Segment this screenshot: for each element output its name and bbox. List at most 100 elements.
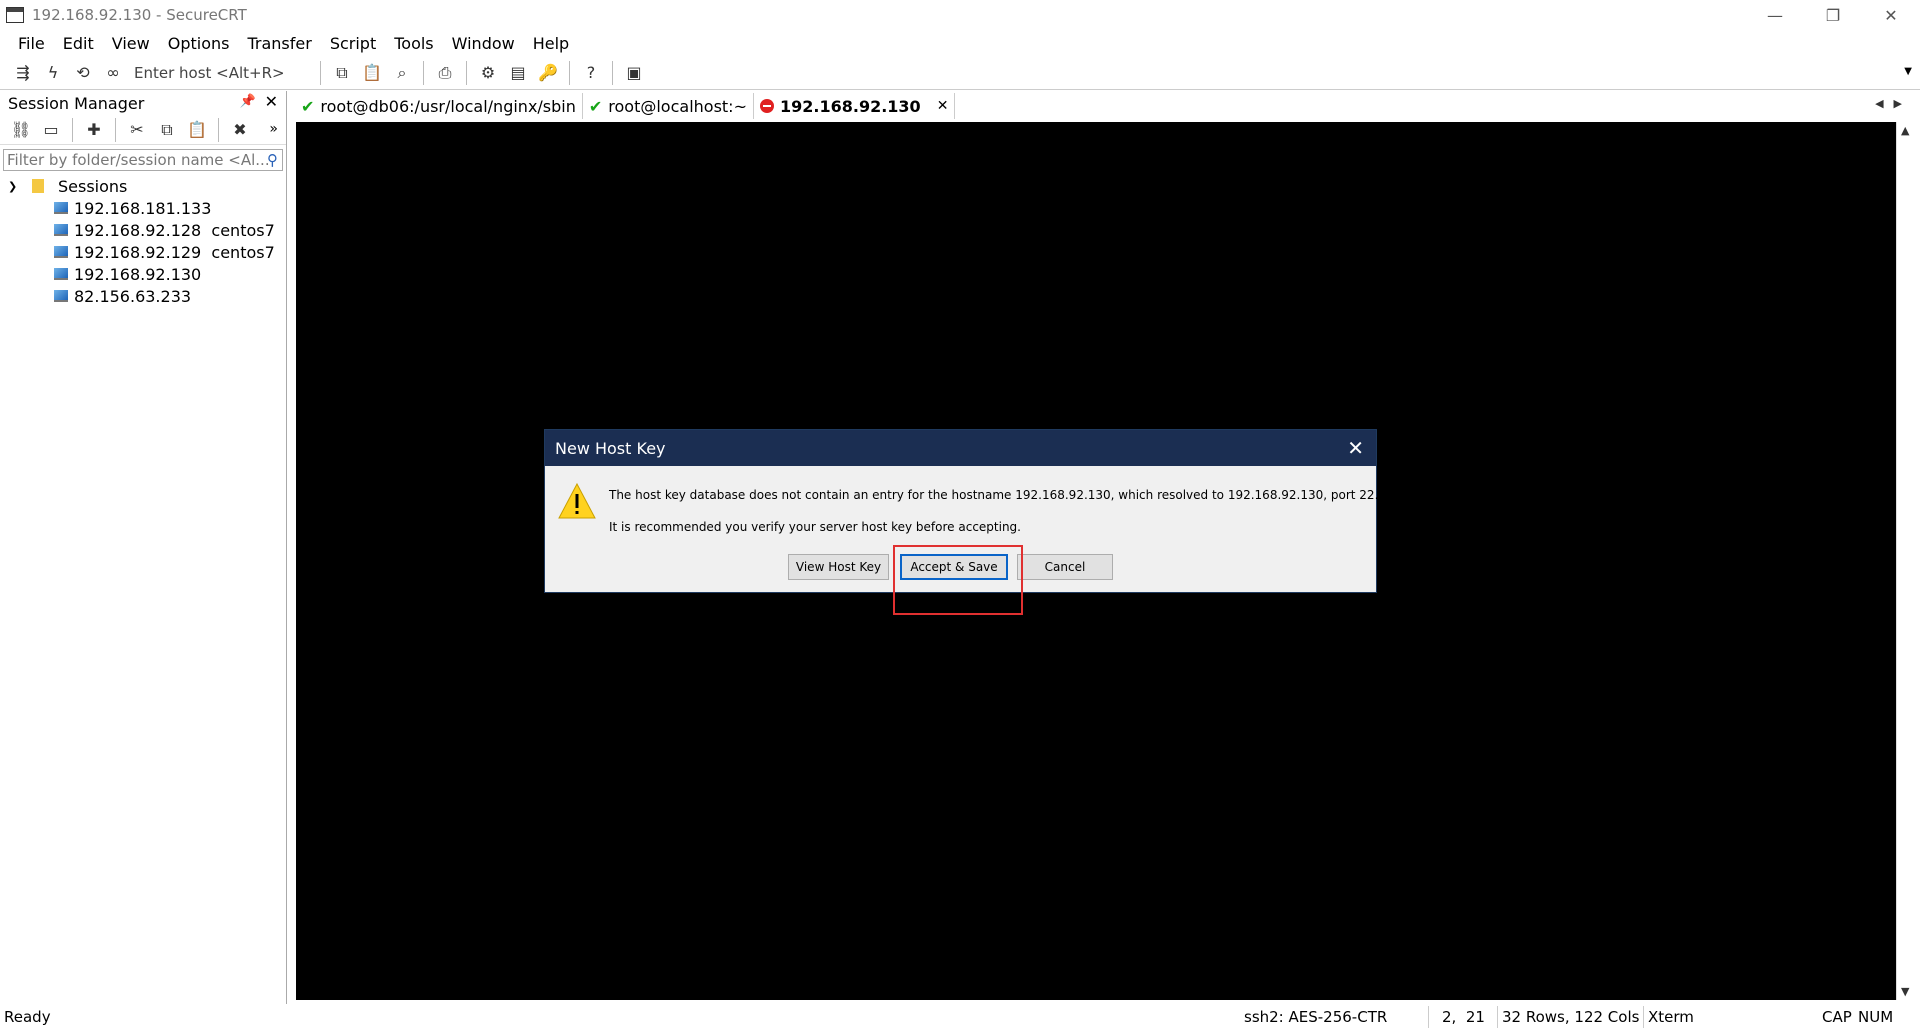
toolbar-dropdown-icon[interactable]: ▼ xyxy=(1904,66,1912,77)
keymap-icon[interactable]: 🔑 xyxy=(537,62,559,84)
disconnected-icon xyxy=(759,99,774,113)
filter-placeholder: Filter by folder/session name <Al... xyxy=(7,151,270,169)
quick-connect-icon[interactable]: ϟ xyxy=(42,62,64,84)
session-label: 192.168.92.128 centos7 xyxy=(74,220,275,240)
add-session-icon[interactable]: ✚ xyxy=(83,119,105,141)
session-label: 192.168.92.130 xyxy=(74,264,202,284)
copy-session-icon[interactable]: ⧉ xyxy=(156,119,178,141)
tab-192-168-92-130[interactable]: 192.168.92.130 ✕ xyxy=(753,93,956,119)
close-panel-icon[interactable]: ✕ xyxy=(265,92,278,111)
menu-file[interactable]: File xyxy=(0,34,54,53)
status-term: Xterm xyxy=(1648,1008,1694,1026)
menu-view[interactable]: View xyxy=(103,34,159,53)
menu-edit[interactable]: Edit xyxy=(54,34,103,53)
connected-check-icon: ✔ xyxy=(301,96,315,116)
close-window-button[interactable]: ✕ xyxy=(1862,0,1920,30)
minimize-button[interactable]: — xyxy=(1746,0,1804,30)
tab-label: 192.168.92.130 xyxy=(779,96,921,116)
paste-icon[interactable]: 📋 xyxy=(361,62,383,84)
new-tab-icon[interactable]: ▭ xyxy=(40,119,62,141)
dialog-title-bar: New Host Key ✕ xyxy=(545,430,1376,466)
help-icon[interactable]: ? xyxy=(580,62,602,84)
status-separator xyxy=(1643,1006,1644,1028)
scroll-down-icon[interactable]: ▼ xyxy=(1901,985,1909,998)
session-manager-panel: Session Manager 📌 ✕ ⛓ ▭ ✚ ✂ ⧉ 📋 ✖ » Filt… xyxy=(0,91,287,1004)
menu-options[interactable]: Options xyxy=(159,34,239,53)
session-icon xyxy=(54,202,68,214)
reconnect-icon[interactable]: ⟲ xyxy=(72,62,94,84)
dialog-title: New Host Key xyxy=(555,438,666,458)
dialog-message: The host key database does not contain a… xyxy=(609,488,1379,502)
paste-session-icon[interactable]: 📋 xyxy=(186,119,208,141)
toolbar-separator xyxy=(423,60,424,85)
main-toolbar: ⇶ ϟ ⟲ ∞ Enter host <Alt+R> ⧉ 📋 ⌕ ⎙ ⚙ ▤ 🔑… xyxy=(0,56,1920,90)
toolbar-separator xyxy=(569,60,570,85)
connected-check-icon: ✔ xyxy=(588,96,603,116)
session-label: 82.156.63.233 xyxy=(74,286,192,306)
session-manager-toolbar: ⛓ ▭ ✚ ✂ ⧉ 📋 ✖ » xyxy=(0,115,286,145)
session-item[interactable]: 82.156.63.233 xyxy=(0,285,286,307)
tree-folder-sessions[interactable]: ❯ Sessions xyxy=(0,175,286,197)
status-size: 32 Rows, 122 Cols xyxy=(1502,1008,1640,1026)
close-tab-icon[interactable]: ✕ xyxy=(937,98,949,114)
delete-icon[interactable]: ✖ xyxy=(229,119,251,141)
copy-icon[interactable]: ⧉ xyxy=(331,62,353,84)
terminal-scrollbar[interactable]: ▲ ▼ xyxy=(1896,122,1916,1000)
toolbar-separator xyxy=(218,117,219,142)
session-tabs: ✔ root@db06:/usr/local/nginx/sbin ✔ root… xyxy=(295,92,1920,120)
toolbar-separator xyxy=(612,60,613,85)
disconnect-icon[interactable]: ∞ xyxy=(102,62,124,84)
cancel-button[interactable]: Cancel xyxy=(1017,554,1113,580)
pin-icon[interactable]: 📌 xyxy=(240,94,256,109)
dialog-recommendation: It is recommended you verify your server… xyxy=(609,520,1021,534)
scroll-up-icon[interactable]: ▲ xyxy=(1901,124,1909,137)
scrollbar-thumb[interactable] xyxy=(1900,142,1912,978)
menu-help[interactable]: Help xyxy=(524,34,578,53)
securecrt-app-icon xyxy=(6,7,24,23)
session-item[interactable]: 192.168.181.133 xyxy=(0,197,286,219)
status-cipher: ssh2: AES-256-CTR xyxy=(1244,1008,1388,1026)
session-filter-input[interactable]: Filter by folder/session name <Al... ⚲ xyxy=(3,149,283,171)
folder-label: Sessions xyxy=(58,176,128,196)
status-separator xyxy=(1497,1006,1498,1028)
status-bar: Ready ssh2: AES-256-CTR 2, 21 32 Rows, 1… xyxy=(0,1004,1920,1030)
print-icon[interactable]: ⎙ xyxy=(434,62,456,84)
quick-connect-input[interactable]: Enter host <Alt+R> xyxy=(134,64,314,82)
find-icon[interactable]: ⌕ xyxy=(391,62,413,84)
tab-label: root@db06:/usr/local/nginx/sbin xyxy=(320,96,576,116)
search-icon[interactable]: ⚲ xyxy=(267,151,278,169)
session-icon xyxy=(54,224,68,236)
global-options-icon[interactable]: ▤ xyxy=(507,62,529,84)
menu-tools[interactable]: Tools xyxy=(385,34,442,53)
toolbar-separator xyxy=(466,60,467,85)
dialog-close-icon[interactable]: ✕ xyxy=(1347,436,1364,460)
tab-localhost[interactable]: ✔ root@localhost:~ xyxy=(583,93,754,119)
session-tree: ❯ Sessions 192.168.181.133 192.168.92.12… xyxy=(0,175,286,307)
sftp-icon[interactable]: ▣ xyxy=(623,62,645,84)
session-label: 192.168.181.133 xyxy=(74,198,212,218)
chevron-down-icon[interactable]: ❯ xyxy=(8,180,24,193)
session-item[interactable]: 192.168.92.130 xyxy=(0,263,286,285)
session-item[interactable]: 192.168.92.129 centos7 xyxy=(0,241,286,263)
connect-icon[interactable]: ⇶ xyxy=(12,62,34,84)
menu-transfer[interactable]: Transfer xyxy=(238,34,320,53)
more-icon[interactable]: » xyxy=(269,121,278,137)
folder-icon xyxy=(32,179,44,193)
session-label: 192.168.92.129 centos7 xyxy=(74,242,275,262)
restore-button[interactable]: ❐ xyxy=(1804,0,1862,30)
window-title: 192.168.92.130 - SecureCRT xyxy=(32,6,247,24)
tab-scroll-arrows-icon[interactable]: ◀▶ xyxy=(1875,97,1912,110)
menu-script[interactable]: Script xyxy=(321,34,385,53)
view-host-key-button[interactable]: View Host Key xyxy=(788,554,889,580)
annotation-highlight-box xyxy=(893,545,1023,615)
cut-icon[interactable]: ✂ xyxy=(126,119,148,141)
toolbar-separator xyxy=(320,60,321,85)
title-bar: 192.168.92.130 - SecureCRT — ❐ ✕ xyxy=(0,0,1920,30)
tab-db06[interactable]: ✔ root@db06:/usr/local/nginx/sbin xyxy=(295,93,583,119)
link-icon[interactable]: ⛓ xyxy=(10,119,32,141)
status-ready: Ready xyxy=(4,1008,51,1026)
session-manager-header: Session Manager 📌 ✕ xyxy=(0,91,286,115)
menu-window[interactable]: Window xyxy=(443,34,524,53)
settings-icon[interactable]: ⚙ xyxy=(477,62,499,84)
session-item[interactable]: 192.168.92.128 centos7 xyxy=(0,219,286,241)
